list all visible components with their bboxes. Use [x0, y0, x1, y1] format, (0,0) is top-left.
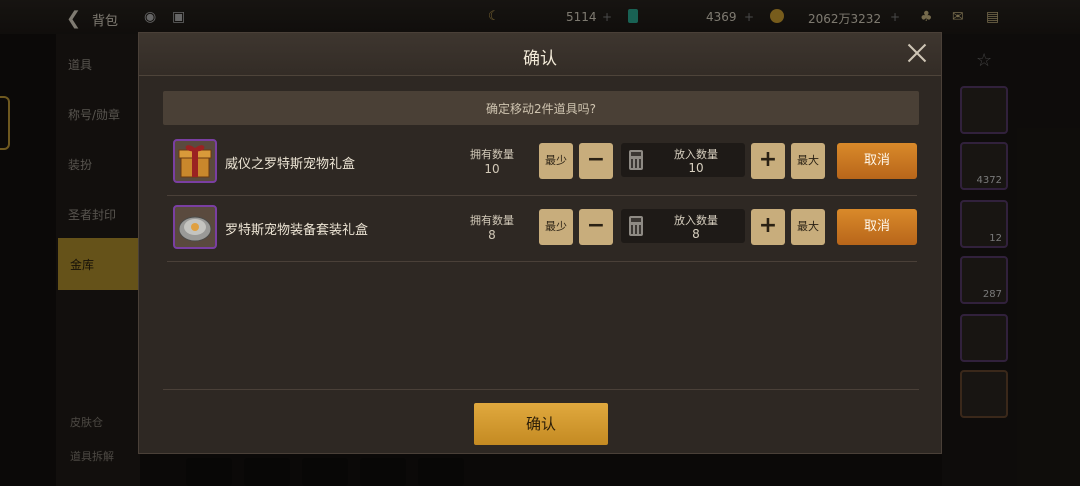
decrement-button[interactable]: −: [579, 143, 613, 179]
owned-label: 拥有数量: [470, 148, 514, 161]
pet-equipment-box-icon: [173, 205, 217, 249]
item-row: 威仪之罗特斯宠物礼盒 拥有数量 10 最少 − 放入数量 10 + 最大 取消: [167, 131, 917, 196]
question-text: 确定移动2件道具吗?: [485, 102, 596, 116]
owned-label: 拥有数量: [470, 214, 514, 227]
item-name: 罗特斯宠物装备套装礼盒: [225, 223, 369, 238]
max-button[interactable]: 最大: [791, 143, 825, 179]
max-button[interactable]: 最大: [791, 209, 825, 245]
owned-value: 8: [488, 228, 496, 242]
put-value: 10: [688, 161, 704, 175]
item-row: 罗特斯宠物装备套装礼盒 拥有数量 8 最少 − 放入数量 8 + 最大 取消: [167, 197, 917, 262]
min-button[interactable]: 最少: [539, 143, 573, 179]
decrement-button[interactable]: −: [579, 209, 613, 245]
dialog-header: 确认: [139, 33, 941, 76]
owned-value: 10: [484, 162, 500, 176]
quantity-input[interactable]: 放入数量 10: [621, 143, 745, 177]
cancel-button[interactable]: 取消: [837, 143, 917, 179]
put-value: 8: [692, 227, 700, 241]
divider: [163, 389, 919, 390]
dialog-title: 确认: [523, 49, 557, 69]
calculator-icon[interactable]: [629, 216, 643, 236]
gift-box-icon: [173, 139, 217, 183]
increment-button[interactable]: +: [751, 209, 785, 245]
cancel-button[interactable]: 取消: [837, 209, 917, 245]
item-name: 威仪之罗特斯宠物礼盒: [225, 157, 356, 172]
close-icon[interactable]: [905, 41, 929, 65]
put-label: 放入数量: [674, 214, 718, 227]
confirm-button[interactable]: 确认: [474, 403, 608, 445]
put-label: 放入数量: [674, 148, 718, 161]
min-button[interactable]: 最少: [539, 209, 573, 245]
confirm-dialog: 确认 确定移动2件道具吗? 威仪之罗特斯宠物礼盒 拥有数量 10 最少 − 放入…: [138, 32, 942, 454]
calculator-icon[interactable]: [629, 150, 643, 170]
increment-button[interactable]: +: [751, 143, 785, 179]
quantity-input[interactable]: 放入数量 8: [621, 209, 745, 243]
question-bar: 确定移动2件道具吗?: [163, 91, 919, 125]
